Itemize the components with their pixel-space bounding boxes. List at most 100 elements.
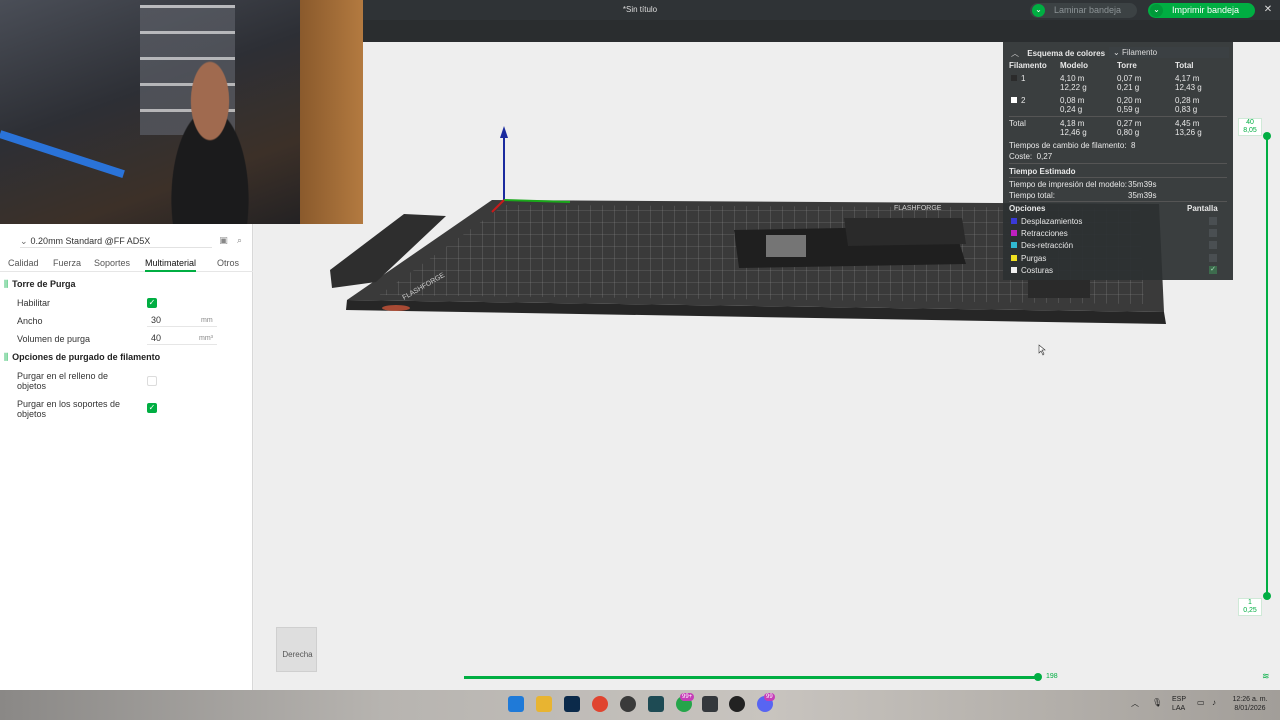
- app-icon[interactable]: [729, 696, 745, 712]
- taskbar: [0, 690, 1280, 720]
- cell: 12,46 g: [1060, 128, 1087, 137]
- filament-swatch: [1011, 97, 1017, 103]
- slice-plate-button[interactable]: ⌄ Laminar bandeja: [1030, 3, 1137, 18]
- cell: 0,28 m: [1175, 96, 1200, 105]
- cell: 0,21 g: [1117, 83, 1140, 92]
- file-explorer-icon[interactable]: [536, 696, 552, 712]
- divider: [1009, 163, 1227, 164]
- filament-changes: Tiempos de cambio de filamento: 8: [1009, 141, 1136, 150]
- print-plate-label: Imprimir bandeja: [1172, 5, 1240, 15]
- view-cube-face: Derecha: [282, 650, 313, 659]
- color-scheme-title: Esquema de colores: [1027, 49, 1106, 58]
- move-slider[interactable]: [464, 676, 1038, 679]
- chevron-down-icon[interactable]: ⌄: [1150, 4, 1163, 17]
- photoshop-icon[interactable]: [564, 696, 580, 712]
- filament-swatch: [1011, 75, 1017, 81]
- purge-infill-checkbox[interactable]: [147, 376, 157, 386]
- divider: [1009, 116, 1227, 117]
- microphone-icon[interactable]: 🎙: [1152, 698, 1162, 707]
- cell: 0,20 m: [1117, 96, 1142, 105]
- cell: 4,45 m: [1175, 119, 1200, 128]
- chevron-down-icon[interactable]: ⌄: [1032, 4, 1045, 17]
- purge-volume-label: Volumen de purga: [17, 334, 91, 344]
- cell: 12,43 g: [1175, 83, 1202, 92]
- windows-start-icon[interactable]: [508, 696, 524, 712]
- process-preset-select[interactable]: ⌄ 0.20mm Standard @FF AD5X: [20, 234, 212, 248]
- app-icon[interactable]: [648, 696, 664, 712]
- legend-swatch: [1011, 218, 1017, 224]
- divider: [1009, 201, 1227, 202]
- settings-tabs: Calidad Fuerza Soportes Multimaterial Ot…: [0, 256, 253, 272]
- print-plate-button[interactable]: ⌄ Imprimir bandeja: [1148, 3, 1255, 18]
- top-toolbar: [363, 20, 1280, 42]
- cell: 0,27 m: [1117, 119, 1142, 128]
- option-label: Costuras: [1021, 266, 1054, 275]
- cell: 0,83 g: [1175, 105, 1198, 114]
- option-label: Desplazamientos: [1021, 217, 1083, 226]
- move-slider-value: 198: [1046, 673, 1058, 680]
- notification-badge: 99+: [680, 693, 695, 701]
- estimated-time-title: Tiempo Estimado: [1009, 167, 1076, 176]
- options-header: Opciones: [1009, 204, 1046, 213]
- cost: Coste: 0,27: [1009, 152, 1053, 161]
- chevron-down-icon: ⌄: [20, 236, 28, 246]
- option-label: Purgas: [1021, 254, 1047, 263]
- cell: 0,24 g: [1060, 105, 1083, 114]
- option-toggle[interactable]: [1209, 254, 1217, 262]
- purge-support-checkbox[interactable]: ✓: [147, 403, 157, 413]
- chrome-icon[interactable]: [592, 696, 608, 712]
- option-toggle[interactable]: [1209, 217, 1217, 225]
- layer-range-slider[interactable]: [1266, 136, 1268, 596]
- language-indicator[interactable]: ESP LAA: [1172, 695, 1186, 713]
- volume-unit: mm³: [199, 335, 213, 342]
- cell: 0,59 g: [1117, 105, 1140, 114]
- option-label: Retracciones: [1021, 229, 1068, 238]
- search-icon[interactable]: ⌕: [234, 235, 245, 246]
- close-icon[interactable]: ✕: [1260, 3, 1276, 17]
- enable-prime-tower-checkbox[interactable]: ✓: [147, 298, 157, 308]
- slice-stats-panel: ︿ Esquema de colores ⌄ Filamento Filamen…: [1003, 42, 1233, 280]
- purge-support-label: Purgar en los soportes de objetos: [17, 399, 121, 419]
- bottom-layer-label: 1 0,25: [1238, 598, 1262, 616]
- view-cube[interactable]: Derecha: [276, 627, 317, 672]
- led-light: [0, 130, 125, 178]
- volume-icon[interactable]: ♪: [1212, 698, 1216, 707]
- webcam-overlay: [0, 0, 363, 224]
- color-scheme-select[interactable]: ⌄ Filamento: [1109, 47, 1229, 58]
- tab-quality[interactable]: Calidad: [8, 258, 39, 268]
- tab-supports[interactable]: Soportes: [94, 258, 130, 268]
- tab-others[interactable]: Otros: [217, 258, 239, 268]
- chevron-down-icon: ⌄: [1113, 48, 1120, 57]
- tab-strength[interactable]: Fuerza: [53, 258, 81, 268]
- cell: 12,22 g: [1060, 83, 1087, 92]
- purge-infill-label: Purgar en el relleno de objetos: [17, 371, 109, 391]
- tab-multimaterial[interactable]: Multimaterial: [145, 258, 197, 272]
- option-label: Des-retracción: [1021, 241, 1074, 250]
- top-layer-handle[interactable]: [1263, 132, 1271, 140]
- layers-icon[interactable]: ≋: [1262, 671, 1272, 681]
- network-icon[interactable]: ▭: [1197, 698, 1205, 707]
- move-slider-handle[interactable]: [1034, 673, 1042, 681]
- option-toggle[interactable]: [1209, 241, 1217, 249]
- chevron-up-icon[interactable]: ︿: [1131, 698, 1139, 709]
- total-time-label: Tiempo total:: [1009, 191, 1055, 200]
- option-toggle[interactable]: [1209, 229, 1217, 237]
- bed-logo: FLASHFORGE: [894, 205, 942, 212]
- slice-plate-label: Laminar bandeja: [1054, 5, 1122, 15]
- purge-options-icon: ⫼: [4, 352, 9, 362]
- obs-icon[interactable]: [620, 696, 636, 712]
- legend-swatch: [1011, 242, 1017, 248]
- width-label: Ancho: [17, 316, 43, 326]
- clock[interactable]: 12:26 a. m. 8/01/2026: [1228, 695, 1272, 713]
- save-preset-icon[interactable]: ▣: [218, 235, 229, 246]
- top-layer-label: 40 8,05: [1238, 118, 1262, 136]
- option-toggle-checked[interactable]: ✓: [1209, 266, 1217, 274]
- display-header: Pantalla: [1187, 204, 1218, 213]
- prime-tower: [1028, 280, 1090, 298]
- legend-swatch: [1011, 267, 1017, 273]
- background-door: [300, 0, 363, 224]
- cell: 4,17 m: [1175, 74, 1200, 83]
- collapse-icon[interactable]: ︿: [1011, 49, 1019, 58]
- bottom-layer-handle[interactable]: [1263, 592, 1271, 600]
- slicer-app-icon[interactable]: [702, 696, 718, 712]
